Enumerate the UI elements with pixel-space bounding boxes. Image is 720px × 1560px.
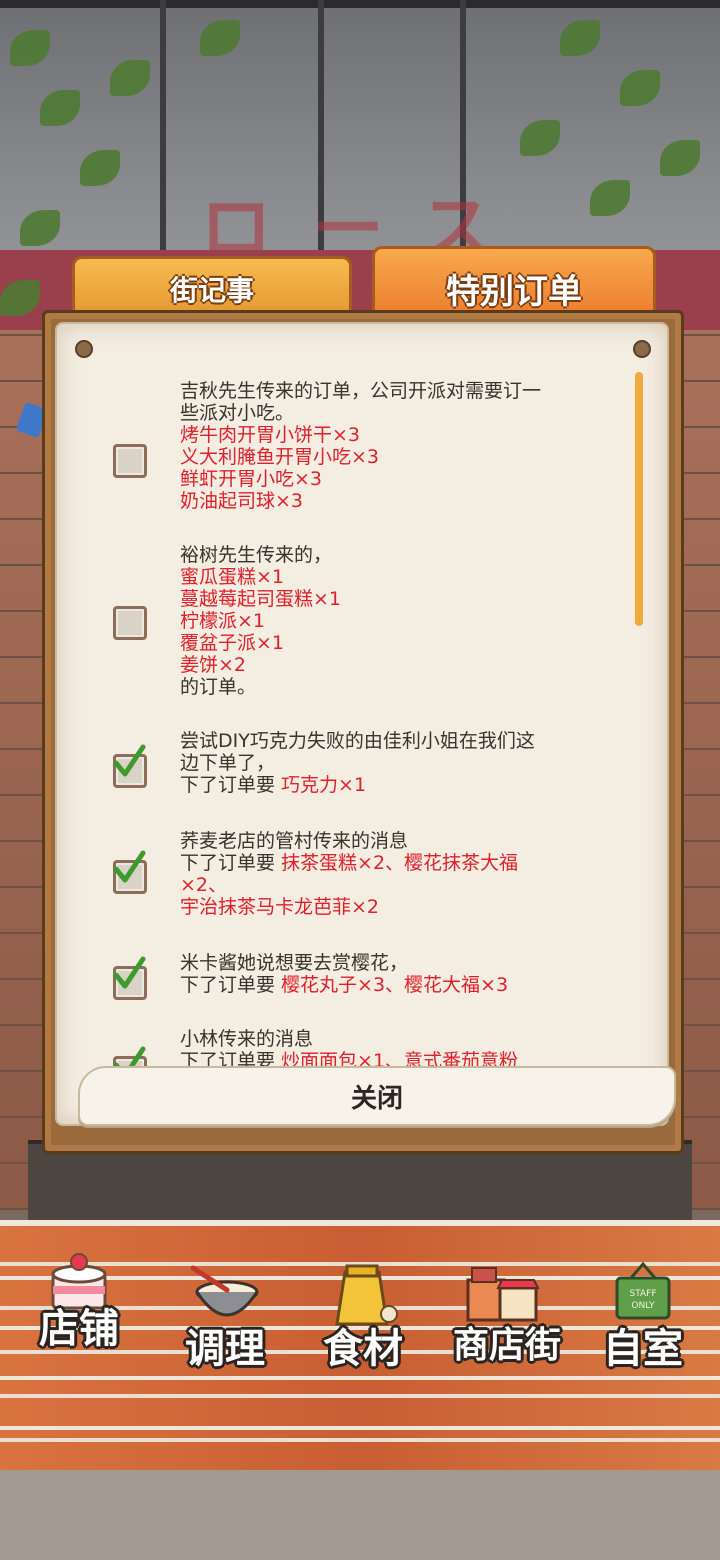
close-button-label: 关闭: [350, 1083, 403, 1114]
order-item-red: 奶油起司球×3: [180, 490, 304, 512]
ivy-leaf-icon: [20, 210, 60, 246]
order-line: 下了订单要 巧克力×1: [180, 774, 620, 796]
ivy-leaf-icon: [80, 150, 120, 186]
order-item-red: 烤牛肉开胃小饼干×3: [180, 424, 361, 446]
order-prefix: 下了订单要: [180, 974, 282, 996]
pin-icon: [75, 340, 93, 358]
order-line: 吉秋先生传来的订单，公司开派对需要订一: [180, 380, 542, 402]
order-item-red: 鲜虾开胃小吃×3: [180, 468, 323, 490]
order-item-red: 覆盆子派×1: [180, 632, 285, 654]
order-checkbox[interactable]: [113, 606, 147, 640]
order-line: 下了订单要 樱花丸子×3、樱花大福×3: [180, 974, 620, 996]
order-text: 荞麦老店的管村传来的消息 下了订单要 抹茶蛋糕×2、樱花抹茶大福 ×2、 宇治抹…: [180, 830, 620, 918]
order-line: 尝试DIY巧克力失败的由佳利小姐在我们这: [180, 730, 535, 752]
staff-sign-text: STAFF: [629, 1289, 656, 1299]
order-item-red: ×2、: [180, 874, 228, 896]
nav-cooking-label: 调理: [185, 1326, 265, 1372]
order-item-red: 抹茶蛋糕×2、樱花抹茶大福: [281, 852, 519, 874]
nav-shopping-street-label: 商店街: [452, 1325, 561, 1366]
status-bar-strip: [0, 0, 720, 8]
nav-ingredients-label: 食材: [323, 1326, 403, 1372]
order-checkbox[interactable]: [113, 444, 147, 478]
nav-my-room[interactable]: STAFF ONLY 自室: [578, 1248, 708, 1388]
ivy-leaf-icon: [200, 20, 240, 56]
order-line: 的订单。: [180, 676, 257, 698]
order-prefix: 下了订单要: [180, 774, 282, 796]
order-line: 些派对小吃。: [180, 402, 295, 424]
ivy-leaf-icon: [560, 20, 600, 56]
order-item-red: 蔓越莓起司蛋糕×1: [180, 588, 342, 610]
close-button[interactable]: 关闭: [78, 1066, 676, 1126]
staff-sign-text: ONLY: [631, 1301, 655, 1311]
order-item-red: 巧克力×1: [281, 774, 367, 796]
nav-ingredients[interactable]: 食材: [298, 1250, 428, 1390]
nav-shop[interactable]: 店铺: [14, 1236, 144, 1376]
order-checkbox[interactable]: [113, 956, 147, 1000]
brick-mortar: [0, 1426, 720, 1430]
order-item-red: 樱花丸子×3、樱花大福×3: [281, 974, 509, 996]
ivy-leaf-icon: [660, 140, 700, 176]
checkmark-icon: [113, 744, 146, 777]
ivy-leaf-icon: [40, 90, 80, 126]
ivy-leaf-icon: [520, 120, 560, 156]
order-text: 尝试DIY巧克力失败的由佳利小姐在我们这 边下单了， 下了订单要 巧克力×1: [180, 730, 620, 796]
order-line: 裕树先生传来的，: [180, 544, 333, 566]
nav-shopping-street[interactable]: 商店街: [432, 1250, 582, 1390]
order-text: 米卡酱她说想要去赏樱花， 下了订单要 樱花丸子×3、樱花大福×3: [180, 952, 620, 996]
ivy-leaf-icon: [110, 60, 150, 96]
order-item-red: 宇治抹茶马卡龙芭菲×2: [180, 896, 380, 918]
checkmark-icon: [113, 956, 146, 989]
ivy-leaf-icon: [620, 70, 660, 106]
pavement: [0, 1470, 720, 1560]
order-line: 米卡酱她说想要去赏樱花，: [180, 952, 409, 974]
order-text: 吉秋先生传来的订单，公司开派对需要订一 些派对小吃。 烤牛肉开胃小饼干×3 义大…: [180, 380, 620, 512]
nav-my-room-label: 自室: [603, 1326, 683, 1372]
order-line: 荞麦老店的管村传来的消息: [180, 830, 409, 852]
order-list[interactable]: 吉秋先生传来的订单，公司开派对需要订一 些派对小吃。 烤牛肉开胃小饼干×3 义大…: [57, 366, 647, 1076]
order-checkbox[interactable]: [113, 850, 147, 894]
order-line: 小林传来的消息: [180, 1028, 314, 1050]
nav-cooking[interactable]: 调理: [160, 1250, 290, 1390]
order-item-red: 义大利腌鱼开胃小吃×3: [180, 446, 380, 468]
pin-icon: [633, 340, 651, 358]
checkmark-icon: [113, 850, 146, 883]
order-checkbox[interactable]: [113, 744, 147, 788]
window-frame: [160, 0, 166, 260]
nav-shop-label: 店铺: [39, 1306, 119, 1352]
order-item-red: 柠檬派×1: [180, 610, 266, 632]
order-text: 裕树先生传来的， 蜜瓜蛋糕×1 蔓越莓起司蛋糕×1 柠檬派×1 覆盆子派×1 姜…: [180, 544, 620, 698]
order-item-red: 姜饼×2: [180, 654, 247, 676]
order-line: 边下单了，: [180, 752, 276, 774]
order-list-paper: 吉秋先生传来的订单，公司开派对需要订一 些派对小吃。 烤牛肉开胃小饼干×3 义大…: [55, 322, 669, 1126]
ivy-leaf-icon: [10, 30, 50, 66]
order-item-red: 蜜瓜蛋糕×1: [180, 566, 285, 588]
ivy-leaf-icon: [590, 180, 630, 216]
order-line: 下了订单要 抹茶蛋糕×2、樱花抹茶大福: [180, 852, 620, 874]
order-prefix: 下了订单要: [180, 852, 282, 874]
